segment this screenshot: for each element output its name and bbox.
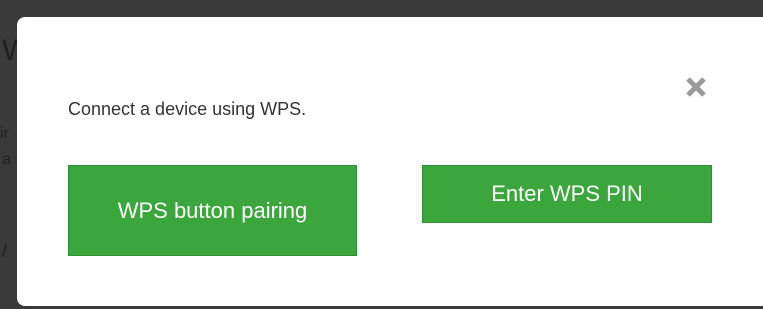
dialog-prompt: Connect a device using WPS. xyxy=(68,99,307,119)
background-text-fragment: ir xyxy=(0,125,9,142)
close-button[interactable] xyxy=(681,72,711,102)
wps-button-pairing-button[interactable]: WPS button pairing xyxy=(68,165,357,256)
background-text-fragment: a xyxy=(2,151,11,168)
close-icon xyxy=(686,77,706,97)
wps-dialog: Connect a device using WPS. WPS button p… xyxy=(17,17,763,306)
background-text-fragment: / xyxy=(2,241,8,261)
enter-wps-pin-button[interactable]: Enter WPS PIN xyxy=(422,165,712,223)
